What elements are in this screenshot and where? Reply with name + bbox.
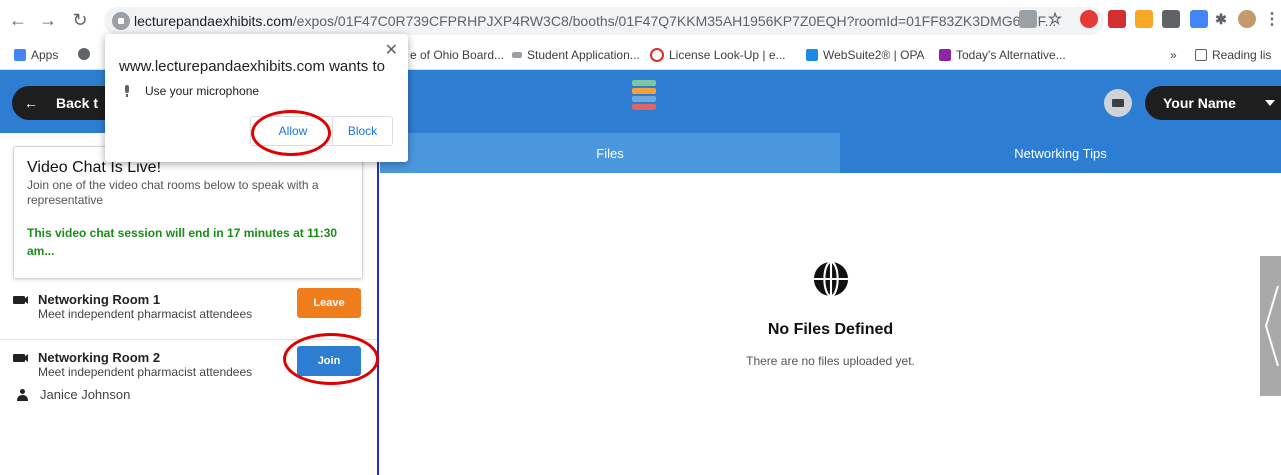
bookmark-label: Today's Alternative...: [956, 48, 1066, 62]
aacp-icon: [512, 52, 522, 58]
websuite-icon: [806, 49, 818, 61]
bookmark-license-lookup[interactable]: License Look-Up | e...: [650, 48, 786, 62]
tab-files[interactable]: Files: [380, 133, 840, 173]
video-chat-live-card: Video Chat Is Live! Join one of the vide…: [13, 146, 363, 279]
chevron-down-icon: [1265, 100, 1275, 106]
reload-icon[interactable]: ↻: [68, 8, 92, 32]
extension-icon[interactable]: [1019, 10, 1037, 28]
address-bar[interactable]: lecturepandaexhibits.com /expos/01F47C0R…: [104, 7, 1104, 35]
bookmark-label: Apps: [31, 48, 59, 62]
session-timer: This video chat session will end in 17 m…: [27, 226, 338, 258]
reading-list[interactable]: Reading lis: [1195, 48, 1271, 62]
files-empty-state: No Files Defined There are no files uplo…: [380, 260, 1281, 368]
globe-icon: [78, 48, 90, 60]
room-name: Networking Room 1: [38, 292, 161, 307]
reading-list-label: Reading lis: [1212, 48, 1272, 62]
forward-arrow-icon[interactable]: →: [36, 8, 60, 32]
back-arrow-icon[interactable]: ←: [6, 8, 30, 32]
profile-avatar[interactable]: [1238, 10, 1256, 28]
reading-list-icon: [1195, 49, 1207, 61]
adblock-icon[interactable]: [1080, 10, 1098, 28]
bookmark-globe[interactable]: [78, 48, 90, 60]
microphone-icon: [123, 85, 131, 97]
video-camera-icon: [13, 354, 28, 362]
video-camera-icon: [13, 296, 28, 304]
star-icon[interactable]: ☆: [1046, 10, 1064, 28]
empty-title: No Files Defined: [767, 321, 894, 338]
user-name-label: Your Name: [1163, 95, 1236, 111]
bookmark-apps[interactable]: Apps: [14, 48, 58, 62]
video-chat-description: Join one of the video chat rooms below t…: [27, 178, 319, 207]
user-menu-button[interactable]: Your Name: [1145, 86, 1281, 120]
room-description: Meet independent pharmacist attendees: [38, 307, 253, 321]
extension-icon[interactable]: [1162, 10, 1180, 28]
empty-description: There are no files uploaded yet.: [746, 354, 915, 368]
close-icon[interactable]: ✕: [385, 40, 398, 60]
side-drawer-tab[interactable]: [1260, 256, 1281, 396]
analytics-icon[interactable]: [1135, 10, 1153, 28]
tab-label: Files: [596, 145, 624, 161]
attendee-name: Janice Johnson: [40, 387, 131, 402]
room-name: Networking Room 2: [38, 350, 161, 365]
pdf-icon[interactable]: [1108, 10, 1126, 28]
lock-icon[interactable]: [112, 12, 130, 30]
attendee-row: Janice Johnson: [17, 387, 130, 402]
bookmark-overflow[interactable]: »: [1170, 48, 1177, 62]
url-domain: lecturepandaexhibits.com: [134, 13, 293, 29]
bookmark-ohio-board[interactable]: e of Ohio Board...: [410, 48, 504, 62]
permission-request: Use your microphone: [123, 84, 259, 98]
annotation-circle-join: [283, 333, 379, 385]
apps-grid-icon: [14, 49, 26, 61]
mail-icon[interactable]: [1104, 89, 1132, 117]
p-logo-icon: [939, 49, 951, 61]
person-icon: [17, 388, 28, 401]
more-menu-icon[interactable]: ⋮: [1263, 10, 1281, 28]
translate-icon[interactable]: [1190, 10, 1208, 28]
url-path: /expos/01F47C0R739CFPRHPJXP4RW3C8/booths…: [292, 13, 1057, 29]
popup-title: www.lecturepandaexhibits.com wants to: [119, 58, 385, 75]
globe-icon: [813, 260, 848, 298]
tab-networking-tips[interactable]: Networking Tips: [840, 133, 1281, 173]
block-button[interactable]: Block: [332, 116, 393, 146]
site-logo[interactable]: [632, 80, 656, 120]
chevron-left-icon: [1264, 285, 1279, 367]
overflow-chevron: »: [1170, 48, 1177, 62]
permission-text: Use your microphone: [145, 84, 260, 98]
bookmark-todays-alternative[interactable]: Today's Alternative...: [939, 48, 1066, 62]
tab-label: Networking Tips: [1014, 145, 1107, 161]
bookmark-student-application[interactable]: Student Application...: [512, 48, 640, 62]
annotation-circle-allow: [251, 110, 331, 156]
back-arrow-icon: ←: [24, 95, 38, 111]
back-button-label: Back t: [56, 95, 99, 111]
bookmark-label: WebSuite2® | OPA: [823, 48, 925, 62]
leave-button[interactable]: Leave: [297, 288, 361, 318]
room-description: Meet independent pharmacist attendees: [38, 365, 253, 379]
bookmark-label: Student Application...: [527, 48, 640, 62]
bookmark-label: License Look-Up | e...: [669, 48, 786, 62]
puzzle-icon[interactable]: ✱: [1212, 10, 1230, 28]
bookmark-websuite[interactable]: WebSuite2® | OPA: [806, 48, 925, 62]
circle-icon: [650, 48, 664, 62]
bookmark-label: e of Ohio Board...: [410, 48, 505, 62]
